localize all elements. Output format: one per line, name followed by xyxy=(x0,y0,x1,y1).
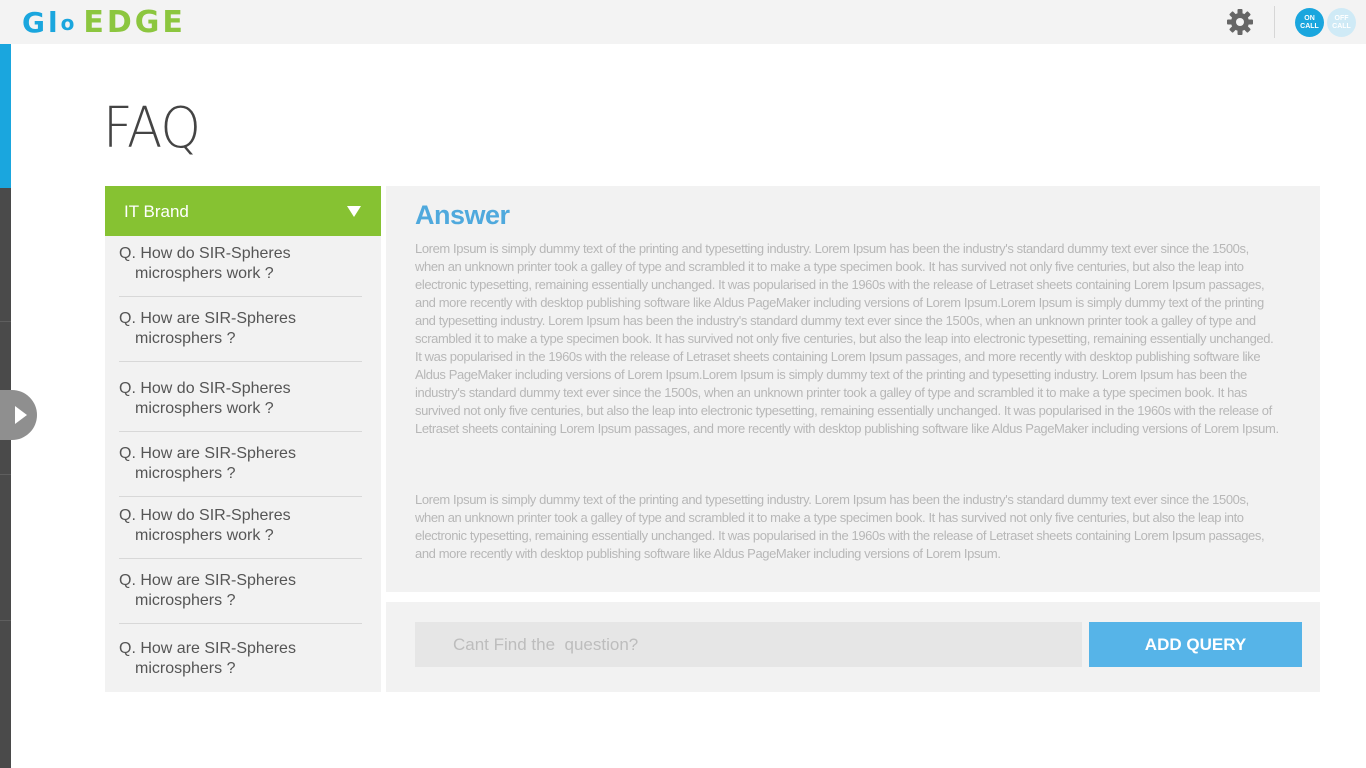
answer-title: Answer xyxy=(415,200,510,230)
question-line2: microsphers ? xyxy=(135,465,236,482)
off-call-line1: OFF xyxy=(1334,15,1349,22)
query-input[interactable] xyxy=(415,622,1082,667)
logo-edge: EDGE xyxy=(83,5,186,40)
add-query-button[interactable]: ADD QUERY xyxy=(1089,622,1302,667)
header-divider xyxy=(1274,6,1275,38)
logo-o: o xyxy=(60,11,78,35)
gloedge-logo[interactable]: Gl o EDGE xyxy=(22,3,186,39)
question-line1: Q. How do SIR-Spheres xyxy=(119,245,291,262)
questions-panel: IT Brand Q. How do SIR-Spheres microsphe… xyxy=(105,186,381,692)
on-call-toggle[interactable]: ON CALL xyxy=(1295,8,1324,37)
question-item[interactable]: Q. How are SIR-Spheres microsphers ? xyxy=(119,639,362,679)
answer-paragraph: Lorem Ipsum is simply dummy text of the … xyxy=(415,492,1265,561)
on-call-line2: CALL xyxy=(1300,23,1319,30)
question-line2: microsphers ? xyxy=(135,330,236,347)
question-line1: Q. How do SIR-Spheres xyxy=(119,380,291,397)
question-item[interactable]: Q. How do SIR-Spheres microsphers work ? xyxy=(119,244,362,284)
sidebar-active-accent xyxy=(0,44,11,188)
caret-down-icon xyxy=(347,206,361,217)
question-line2: microsphers work ? xyxy=(135,400,274,417)
on-call-line1: ON xyxy=(1304,15,1315,22)
question-line2: microsphers work ? xyxy=(135,265,274,282)
page-title: FAQ xyxy=(103,96,201,161)
question-item[interactable]: Q. How do SIR-Spheres microsphers work ? xyxy=(119,379,362,419)
question-divider xyxy=(119,296,362,297)
sidebar-separator xyxy=(0,474,11,475)
question-line1: Q. How do SIR-Spheres xyxy=(119,507,291,524)
answer-paragraph: Lorem Ipsum is simply dummy text of the … xyxy=(415,241,1279,436)
question-divider xyxy=(119,361,362,362)
off-call-toggle[interactable]: OFF CALL xyxy=(1327,8,1356,37)
question-divider xyxy=(119,558,362,559)
question-line2: microsphers ? xyxy=(135,592,236,609)
question-line1: Q. How are SIR-Spheres xyxy=(119,310,296,327)
question-item[interactable]: Q. How are SIR-Spheres microsphers ? xyxy=(119,571,362,611)
answer-panel: Answer Lorem Ipsum is simply dummy text … xyxy=(386,186,1320,592)
logo-glo: Gl xyxy=(22,6,61,39)
question-item[interactable]: Q. How do SIR-Spheres microsphers work ? xyxy=(119,506,362,546)
question-line1: Q. How are SIR-Spheres xyxy=(119,640,296,657)
question-item[interactable]: Q. How are SIR-Spheres microsphers ? xyxy=(119,444,362,484)
question-line1: Q. How are SIR-Spheres xyxy=(119,445,296,462)
off-call-line2: CALL xyxy=(1332,23,1351,30)
brand-dropdown-label: IT Brand xyxy=(124,202,189,221)
question-divider xyxy=(119,496,362,497)
question-item[interactable]: Q. How are SIR-Spheres microsphers ? xyxy=(119,309,362,349)
gear-icon[interactable] xyxy=(1226,8,1254,36)
question-divider xyxy=(119,431,362,432)
sidebar-expand-handle[interactable] xyxy=(0,390,37,440)
sidebar-separator xyxy=(0,620,11,621)
question-line2: microsphers work ? xyxy=(135,527,274,544)
question-divider xyxy=(119,623,362,624)
question-line2: microsphers ? xyxy=(135,660,236,677)
question-line1: Q. How are SIR-Spheres xyxy=(119,572,296,589)
query-bar: ADD QUERY xyxy=(386,602,1320,692)
sidebar-separator xyxy=(0,321,11,322)
brand-dropdown[interactable]: IT Brand xyxy=(105,186,381,236)
play-arrow-icon xyxy=(15,406,27,424)
top-bar: Gl o EDGE ON CALL OFF CALL xyxy=(0,0,1366,44)
